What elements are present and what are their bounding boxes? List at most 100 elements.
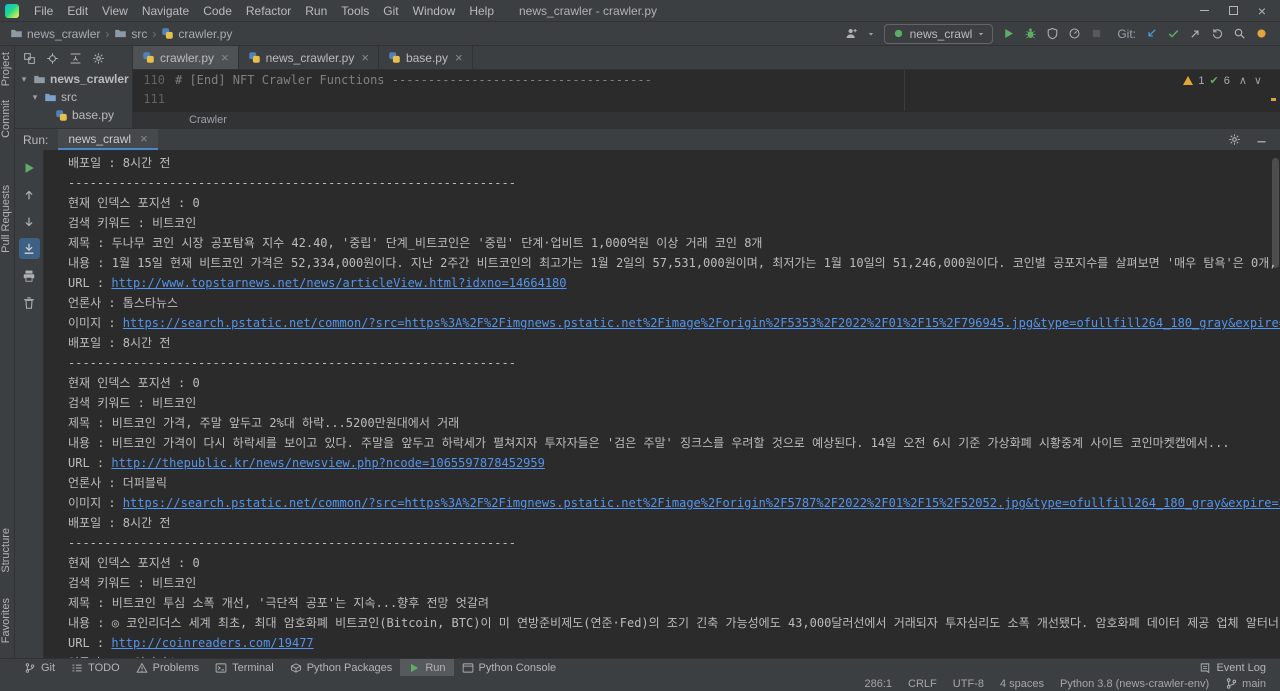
- debug-icon[interactable]: [1024, 27, 1037, 40]
- check-icon: ✔: [1209, 75, 1219, 87]
- console-text: URL :: [68, 636, 112, 650]
- run-tab-label: news_crawl: [68, 131, 132, 146]
- run-icon[interactable]: [1002, 27, 1015, 40]
- close-icon[interactable]: ×: [1258, 4, 1266, 18]
- collapse-all-icon[interactable]: [69, 52, 82, 65]
- toolwindow-button-terminal[interactable]: Terminal: [207, 659, 282, 676]
- file-encoding[interactable]: UTF-8: [953, 678, 984, 690]
- console-output[interactable]: 배포일 : 8시간 전 -----------------------------…: [44, 150, 1280, 658]
- indent-style[interactable]: 4 spaces: [1000, 678, 1044, 690]
- editor[interactable]: 110 111 # [End] NFT Crawler Functions ---…: [133, 70, 1280, 111]
- inspections-widget[interactable]: 1 ✔ 6 ∧ ∨: [1183, 74, 1264, 87]
- breadcrumb-item-news-crawler[interactable]: news_crawler: [8, 27, 102, 41]
- code-with-me-icon[interactable]: [845, 27, 858, 40]
- scroll-end-icon[interactable]: [18, 238, 40, 259]
- prev-next-inspection-icons[interactable]: ∧ ∨: [1239, 74, 1264, 87]
- console-line: 내용 : 비트코인 가격이 다시 하락세를 보이고 있다. 주말을 앞두고 하락…: [68, 433, 1280, 453]
- close-icon[interactable]: ×: [221, 51, 229, 64]
- menu-git[interactable]: Git: [376, 2, 405, 20]
- notifications-icon[interactable]: [1255, 27, 1268, 40]
- arrow-down-icon[interactable]: [19, 211, 40, 232]
- toolwindow-button-python-packages[interactable]: Python Packages: [282, 659, 401, 676]
- run-tab[interactable]: news_crawl ×: [58, 129, 158, 150]
- tree-item-news-crawler[interactable]: ▾ news_crawler: [15, 70, 132, 88]
- profiler-icon[interactable]: [1068, 27, 1081, 40]
- view-options-icon[interactable]: [23, 52, 36, 65]
- arrow-up-icon[interactable]: [19, 184, 40, 205]
- locate-icon[interactable]: [46, 52, 59, 65]
- right-margin-guide: [904, 70, 905, 111]
- tree-item-src[interactable]: ▾ src: [15, 88, 132, 106]
- tool-window-button-pull-requests[interactable]: Pull Requests: [0, 185, 15, 253]
- update-project-icon[interactable]: [1145, 27, 1158, 40]
- tool-window-button-commit[interactable]: Commit: [0, 100, 15, 138]
- coverage-icon[interactable]: [1046, 27, 1059, 40]
- breadcrumb-item-crawler-py[interactable]: crawler.py: [159, 27, 234, 41]
- tool-window-button-structure[interactable]: Structure: [0, 528, 15, 573]
- editor-tab-crawler-py[interactable]: crawler.py ×: [133, 46, 239, 69]
- toolwindow-button-run[interactable]: Run: [400, 659, 454, 676]
- tool-window-stripe-left: Project Commit Pull Requests Structure Favor…: [0, 46, 15, 658]
- tree-item-base-py[interactable]: base.py: [15, 106, 132, 124]
- menu-refactor[interactable]: Refactor: [239, 2, 298, 20]
- python-icon: [142, 51, 155, 64]
- toolwindow-button-git[interactable]: Git: [16, 659, 63, 676]
- editor-tab-news-crawler-py[interactable]: news_crawler.py ×: [239, 46, 379, 69]
- maximize-icon[interactable]: [1228, 6, 1238, 15]
- console-link[interactable]: http://thepublic.kr/news/newsview.php?nc…: [111, 456, 544, 470]
- rerun-icon[interactable]: [19, 157, 40, 178]
- print-icon[interactable]: [19, 265, 40, 286]
- console-link[interactable]: http://coinreaders.com/19477: [111, 636, 313, 650]
- menu-navigate[interactable]: Navigate: [135, 2, 196, 20]
- console-link[interactable]: http://www.topstarnews.net/news/articleV…: [111, 276, 566, 290]
- hide-icon[interactable]: [1255, 133, 1268, 146]
- menu-run[interactable]: Run: [298, 2, 334, 20]
- code-area[interactable]: # [End] NFT Crawler Functions ----------…: [175, 70, 1280, 111]
- chevron-down-icon[interactable]: [867, 30, 875, 38]
- menu-file[interactable]: File: [27, 2, 60, 20]
- toolwindow-button-label: Git: [41, 661, 56, 674]
- toolwindow-button-python-console[interactable]: Python Console: [454, 659, 565, 676]
- git-branch-widget[interactable]: main: [1225, 677, 1266, 690]
- close-icon[interactable]: ×: [361, 51, 369, 64]
- clear-icon[interactable]: [19, 292, 40, 313]
- line-number: 110: [143, 73, 165, 87]
- settings-icon[interactable]: [92, 52, 105, 65]
- tab-label: news_crawler.py: [265, 50, 355, 65]
- toolwindow-button-problems[interactable]: Problems: [128, 659, 207, 676]
- commit-icon[interactable]: [1167, 27, 1180, 40]
- python-interpreter[interactable]: Python 3.8 (news-crawler-env): [1060, 678, 1209, 690]
- tool-window-button-project[interactable]: Project: [0, 52, 15, 86]
- line-ending[interactable]: CRLF: [908, 678, 937, 690]
- menu-help[interactable]: Help: [462, 2, 501, 20]
- caret-position[interactable]: 286:1: [865, 678, 893, 690]
- menu-code[interactable]: Code: [196, 2, 239, 20]
- console-link[interactable]: https://search.pstatic.net/common/?src=h…: [123, 496, 1280, 510]
- close-icon[interactable]: ×: [455, 51, 463, 64]
- search-icon[interactable]: [1233, 27, 1246, 40]
- stop-icon[interactable]: [1090, 27, 1103, 40]
- menu-window[interactable]: Window: [406, 2, 463, 20]
- run-config-selector[interactable]: news_crawl: [883, 23, 994, 44]
- chevron-down-icon[interactable]: ▾: [19, 74, 29, 85]
- toolwindow-button-todo[interactable]: TODO: [63, 659, 128, 676]
- chevron-down-icon[interactable]: ▾: [30, 92, 40, 103]
- rollback-icon[interactable]: [1211, 27, 1224, 40]
- minimize-icon[interactable]: [1199, 10, 1209, 11]
- push-icon[interactable]: [1189, 27, 1202, 40]
- settings-icon[interactable]: [1228, 133, 1241, 146]
- tool-window-button-favorites[interactable]: Favorites: [0, 598, 15, 643]
- toolwindow-button-event-log[interactable]: Event Log: [1191, 659, 1274, 676]
- breadcrumb-scope[interactable]: Crawler: [189, 114, 227, 126]
- editor-tab-base-py[interactable]: base.py ×: [379, 46, 473, 69]
- breadcrumb-item-src[interactable]: src: [112, 27, 149, 41]
- menu-tools[interactable]: Tools: [334, 2, 376, 20]
- console-text: 제목 : 두나무 코인 시장 공포탐욕 지수 42.40, '중립' 단계_비트…: [68, 236, 763, 250]
- menu-view[interactable]: View: [95, 2, 135, 20]
- menu-edit[interactable]: Edit: [60, 2, 95, 20]
- console-link[interactable]: https://search.pstatic.net/common/?src=h…: [123, 316, 1280, 330]
- close-icon[interactable]: ×: [140, 132, 148, 145]
- breadcrumb-label: news_crawler: [27, 26, 101, 41]
- scrollbar[interactable]: [1272, 158, 1279, 268]
